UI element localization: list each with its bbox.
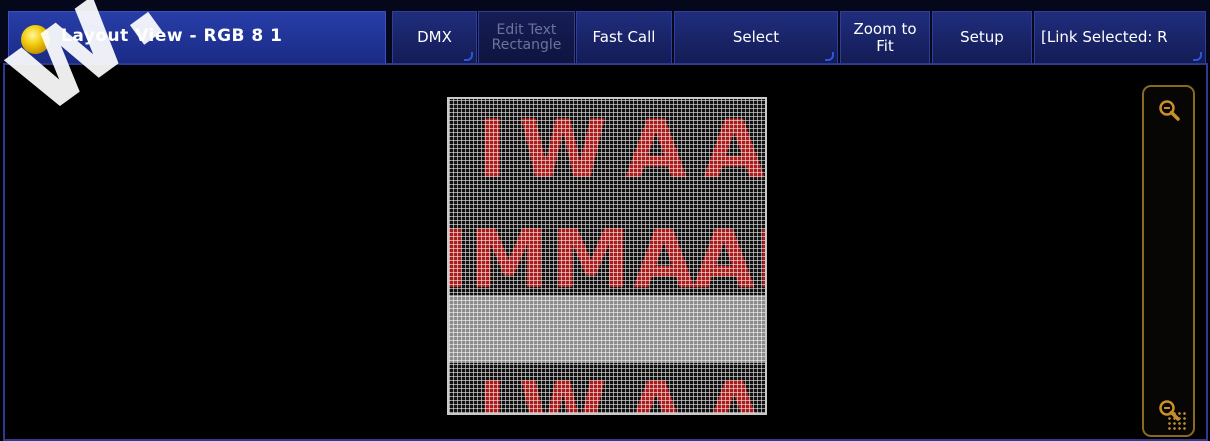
zoom-to-fit-label-line1: Zoom to [853, 19, 917, 38]
resize-grip-icon[interactable] [1167, 411, 1187, 431]
pixel-grid-overlay [449, 99, 765, 413]
zoom-to-fit-label-line2: Fit [876, 36, 894, 55]
link-selected-label: [Link Selected: R [1041, 28, 1168, 46]
corner-marker-icon [825, 52, 834, 61]
zoom-scrollbar[interactable] [1142, 85, 1195, 437]
setup-label: Setup [960, 28, 1004, 46]
yellow-bulb-icon [21, 25, 50, 54]
window-title-tab[interactable]: Layout View - RGB 8 1 [8, 11, 386, 63]
title-bar: Layout View - RGB 8 1 DMX Edit Text Rect… [0, 0, 1210, 63]
fast-call-button[interactable]: Fast Call [576, 11, 672, 63]
window-title: Layout View - RGB 8 1 [61, 26, 283, 46]
setup-button[interactable]: Setup [932, 11, 1032, 63]
corner-marker-icon [464, 52, 473, 61]
corner-marker-icon [1193, 52, 1202, 61]
link-selected-button[interactable]: [Link Selected: R [1034, 11, 1206, 63]
zoom-in-button[interactable] [1152, 93, 1186, 127]
select-button[interactable]: Select [674, 11, 838, 63]
select-label: Select [732, 28, 780, 46]
dmx-button[interactable]: DMX [392, 11, 477, 63]
edit-text-rectangle-button[interactable]: Edit Text Rectangle [478, 11, 575, 63]
edit-text-label-line2: Rectangle [491, 37, 562, 53]
edit-text-label-line1: Edit Text [496, 21, 557, 38]
zoom-to-fit-button[interactable]: Zoom to Fit [840, 11, 930, 63]
rgb-pixel-matrix[interactable]: A A W I I M M A A I A A W I [447, 97, 767, 415]
zoom-in-icon [1159, 100, 1180, 121]
dmx-label: DMX [417, 28, 452, 46]
fast-call-label: Fast Call [592, 28, 656, 46]
